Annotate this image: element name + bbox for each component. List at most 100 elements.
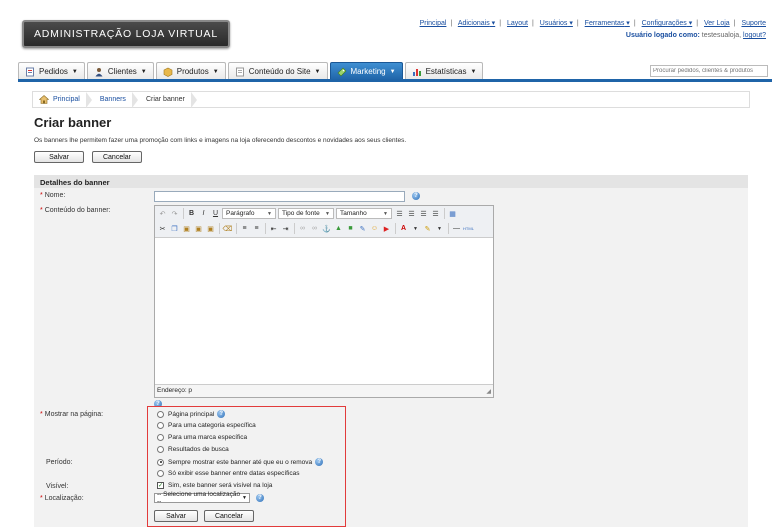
help-icon[interactable]: ? — [412, 192, 420, 200]
cut-icon[interactable]: ✂ — [157, 223, 168, 234]
copy-icon[interactable]: ❐ — [169, 223, 180, 234]
highlight-dropdown-icon[interactable]: ▼ — [434, 223, 445, 234]
align-right-icon[interactable]: ☰ — [418, 208, 429, 219]
edit-icon[interactable]: ✎ — [357, 223, 368, 234]
align-center-icon[interactable]: ☰ — [406, 208, 417, 219]
bold-icon[interactable]: B — [186, 208, 197, 219]
format-select[interactable]: Parágrafo ▼ — [222, 208, 276, 219]
link-ferramentas[interactable]: Ferramentas ▾ — [585, 20, 630, 27]
main-nav: Pedidos ▼ Clientes ▼ Produtos ▼ Conteúdo do… — [0, 62, 772, 80]
anchor-icon[interactable]: ⚓ — [321, 223, 332, 234]
name-input[interactable] — [154, 191, 405, 202]
tab-estatisticas[interactable]: Estatísticas ▼ — [404, 62, 484, 80]
align-justify-icon[interactable]: ☰ — [430, 208, 441, 219]
clean-format-icon[interactable]: ⌫ — [222, 223, 233, 234]
breadcrumb-banners[interactable]: Banners — [94, 92, 140, 108]
link-usuarios[interactable]: Usuários ▾ — [540, 20, 573, 27]
table-icon[interactable]: ▦ — [447, 208, 458, 219]
show-option-busca[interactable]: Resultados de busca — [157, 446, 229, 453]
link-principal[interactable]: Principal — [420, 20, 447, 27]
link-ver-loja[interactable]: Ver Loja — [704, 20, 730, 27]
font-select[interactable]: Tipo de fonte ▼ — [278, 208, 334, 219]
save-button[interactable]: Salvar — [154, 510, 198, 522]
outdent-icon[interactable]: ⇤ — [268, 223, 279, 234]
cancel-button[interactable]: Cancelar — [204, 510, 254, 522]
text-color-dropdown-icon[interactable]: ▼ — [410, 223, 421, 234]
breadcrumb-criar-banner: Criar banner — [140, 92, 199, 108]
banner-details-section: Detalhes do banner * Nome: ? * Conteúdo do… — [34, 175, 748, 527]
paste-word-icon[interactable]: ▣ — [205, 223, 216, 234]
link-adicionais[interactable]: Adicionais ▾ — [458, 20, 495, 27]
help-icon[interactable]: ? — [256, 494, 264, 502]
resize-grip-icon[interactable]: ◢ — [486, 388, 491, 395]
link-layout[interactable]: Layout — [507, 20, 528, 27]
page-title: Criar banner — [34, 115, 112, 130]
name-label: * Nome: — [40, 192, 66, 199]
customers-icon — [95, 67, 103, 76]
logout-link[interactable]: logout? — [743, 32, 766, 39]
tab-produtos[interactable]: Produtos ▼ — [155, 62, 226, 80]
marketing-icon — [337, 67, 346, 76]
paste-icon[interactable]: ▣ — [181, 223, 192, 234]
breadcrumb-principal[interactable]: Principal — [33, 92, 94, 108]
html-source-icon[interactable]: HTML — [463, 223, 474, 234]
youtube-icon[interactable]: ▶ — [381, 223, 392, 234]
image-icon[interactable]: ▲ — [333, 223, 344, 234]
link-icon[interactable]: ∞ — [297, 223, 308, 234]
emoticon-icon[interactable]: ☺ — [369, 223, 380, 234]
highlight-color-icon[interactable]: ✎ — [422, 223, 433, 234]
nav-underline — [18, 79, 772, 82]
search-input[interactable] — [650, 65, 768, 77]
tab-pedidos[interactable]: Pedidos ▼ — [18, 62, 85, 80]
unlink-icon[interactable]: ∞ — [309, 223, 320, 234]
underline-icon[interactable]: U — [210, 208, 221, 219]
help-icon: ? — [217, 410, 226, 418]
cancel-button-top[interactable]: Cancelar — [92, 151, 142, 163]
flash-icon[interactable]: ■ — [345, 223, 356, 234]
show-option-marca[interactable]: Para uma marca específica — [157, 434, 247, 441]
period-label: Período: — [46, 459, 73, 466]
location-label: * Localização: — [40, 495, 84, 502]
paste-text-icon[interactable]: ▣ — [193, 223, 204, 234]
page-intro: Os banners lhe permitem fazer uma promoç… — [34, 137, 407, 144]
link-suporte[interactable]: Suporte — [741, 20, 766, 27]
location-select[interactable]: -- Selecione uma localização -- ▼ — [154, 491, 250, 505]
visible-label: Visível: — [46, 483, 69, 490]
period-option-sempre[interactable]: Sempre mostrar este banner até que eu o … — [157, 458, 324, 466]
editor-content-area[interactable] — [155, 238, 493, 384]
size-select[interactable]: Tamanho ▼ — [336, 208, 392, 219]
visible-checkbox[interactable]: ✓ Sim, este banner será visível na loja — [157, 482, 272, 489]
orders-icon — [26, 67, 34, 76]
logo-text: ADMINISTRAÇÃO LOJA VIRTUAL — [34, 28, 218, 40]
user-info: Usuário logado como: testesualoja, logou… — [626, 32, 766, 39]
tab-conteudo-do-site[interactable]: Conteúdo do Site ▼ — [227, 62, 328, 80]
tab-marketing[interactable]: Marketing ▼ — [329, 62, 403, 80]
editor-toolbar: ↶ ↷ B I U Parágrafo ▼ Tipo de fonte ▼ Tama… — [155, 206, 493, 238]
align-left-icon[interactable]: ☰ — [394, 208, 405, 219]
stats-icon — [412, 68, 421, 76]
save-button-top[interactable]: Salvar — [34, 151, 84, 163]
redo-icon[interactable]: ↷ — [169, 208, 180, 219]
italic-icon[interactable]: I — [198, 208, 209, 219]
indent-icon[interactable]: ⇥ — [280, 223, 291, 234]
horizontal-rule-icon[interactable]: — — [451, 223, 462, 234]
help-icon: ? — [315, 458, 324, 466]
tab-clientes[interactable]: Clientes ▼ — [86, 62, 154, 80]
show-option-principal[interactable]: Página principal? — [157, 410, 226, 418]
top-links: Principal | Adicionais ▾ | Layout | Usuário… — [419, 20, 766, 27]
period-option-datas[interactable]: Só exibir esse banner entre datas especí… — [157, 470, 300, 477]
rich-text-editor[interactable]: ↶ ↷ B I U Parágrafo ▼ Tipo de fonte ▼ Tama… — [154, 205, 494, 398]
show-option-categoria[interactable]: Para uma categoria específica — [157, 422, 256, 429]
editor-path: Endereço: p — [157, 387, 193, 394]
bullet-list-icon[interactable]: ≡ — [239, 223, 250, 234]
editor-status-bar: Endereço: p ◢ — [155, 384, 493, 397]
content-icon — [235, 67, 244, 76]
text-color-icon[interactable]: A — [398, 223, 409, 234]
link-configuracoes[interactable]: Configurações ▾ — [642, 20, 693, 27]
home-icon — [39, 95, 49, 104]
number-list-icon[interactable]: ≡ — [251, 223, 262, 234]
show-page-label: * Mostrar na página: — [40, 411, 104, 418]
undo-icon[interactable]: ↶ — [157, 208, 168, 219]
highlighted-options-box: Página principal? Para uma categoria esp… — [147, 406, 346, 527]
user-prefix: Usuário logado como: — [625, 32, 700, 39]
